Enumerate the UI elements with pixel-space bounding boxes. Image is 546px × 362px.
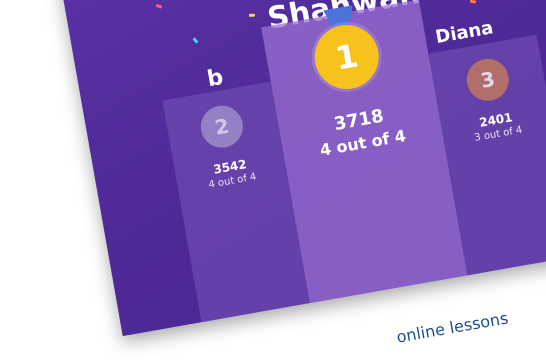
confetti	[469, 0, 477, 4]
rank-3-medal-icon: 3	[463, 55, 513, 105]
second-place-name: b	[205, 64, 226, 93]
caption-text: online lessons	[395, 308, 510, 347]
confetti	[192, 37, 199, 44]
leaderboard-screen: Shahwan b Diana 2 3542 4 out of 4 3 2401…	[55, 0, 546, 337]
confetti	[248, 13, 256, 18]
rank-2-medal-icon: 2	[197, 102, 247, 152]
rank-1-medal-icon: 1	[309, 19, 384, 95]
screenshot-frame: Shahwan b Diana 2 3542 4 out of 4 3 2401…	[0, 0, 546, 362]
confetti	[155, 3, 163, 9]
